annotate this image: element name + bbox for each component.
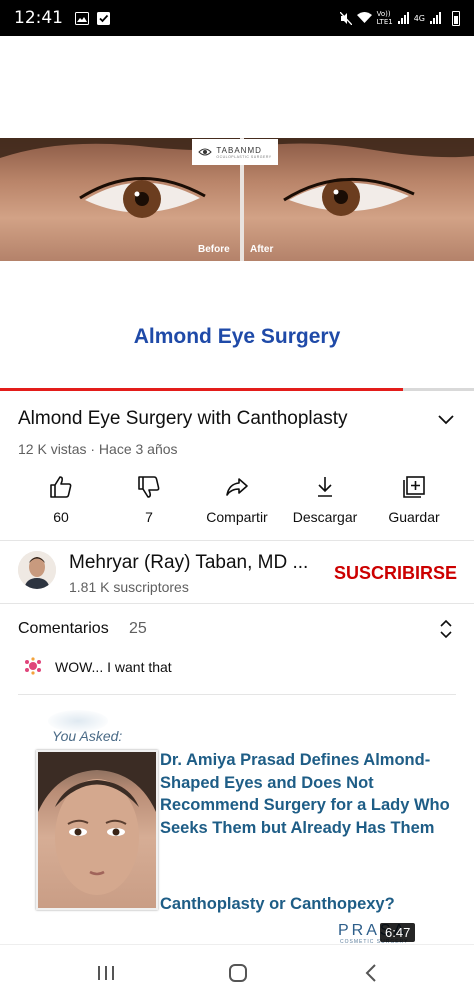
save-label: Guardar (388, 509, 440, 525)
back-icon[interactable] (360, 961, 384, 985)
system-nav-bar (0, 944, 474, 1000)
after-eye-image (244, 138, 474, 216)
signal-icon (397, 12, 409, 24)
rec-subtitle: Canthoplasty or Canthopexy? (160, 895, 395, 913)
video-meta: 12 K vistas · Hace 3 años (18, 441, 178, 457)
comments-count: 25 (129, 620, 147, 637)
recent-apps-icon[interactable] (94, 961, 118, 985)
share-icon (226, 478, 248, 496)
video-overlay-title: Almond Eye Surgery (133, 325, 341, 348)
recommended-video-thumbnail[interactable]: You Asked: Dr. Amiya Prasad Defines Almo… (18, 705, 456, 945)
duration-badge: 6:47 (380, 923, 416, 942)
before-label: Before (198, 244, 230, 255)
rec-face-photo (36, 750, 158, 910)
like-count: 60 (53, 509, 69, 525)
expand-collapse-icon[interactable] (437, 619, 455, 639)
commenter-avatar-icon (25, 657, 41, 675)
divider (18, 694, 456, 695)
dislike-count: 7 (145, 509, 153, 525)
status-time: 12:41 (14, 8, 63, 28)
top-comment-text: WOW... I want that (55, 659, 172, 675)
share-button[interactable]: Compartir (187, 474, 287, 525)
video-brand-logo: TABANMD OCULOPLASTIC SURGERY (192, 139, 278, 165)
image-icon (75, 11, 89, 25)
signal-icon-2 (430, 12, 441, 24)
download-icon (318, 477, 332, 497)
video-player[interactable]: TABANMD OCULOPLASTIC SURGERY Before Afte… (0, 36, 474, 390)
battery-icon (452, 10, 460, 26)
brand-name: TABANMD (216, 145, 262, 155)
chevron-down-icon[interactable] (436, 410, 456, 430)
net-label: 4G (413, 13, 425, 23)
after-label: After (250, 244, 274, 255)
download-button[interactable]: Descargar (275, 474, 375, 525)
progress-fill (0, 388, 403, 391)
dislike-button[interactable]: 7 (99, 474, 199, 525)
channel-name[interactable]: Mehryar (Ray) Taban, MD ... (69, 552, 308, 574)
save-button[interactable]: Guardar (364, 474, 464, 525)
like-button[interactable]: 60 (11, 474, 111, 525)
action-bar: 60 7 Compartir Descargar Guardar (0, 474, 474, 530)
thumbs-down-icon (138, 476, 160, 498)
divider (0, 540, 474, 541)
home-icon[interactable] (226, 961, 250, 985)
status-bar: 12:41 Vo)) LTE1 4G (0, 0, 474, 36)
subscribe-button[interactable]: SUSCRIBIRSE (334, 563, 457, 584)
check-box-icon (97, 11, 110, 25)
rec-headline: Dr. Amiya Prasad Defines Almond-Shaped E… (160, 751, 450, 837)
progress-bar[interactable] (0, 388, 474, 391)
volte-label: Vo)) LTE1 (376, 10, 393, 26)
eye-logo-icon (198, 148, 213, 156)
save-playlist-icon (403, 476, 425, 498)
subscriber-count: 1.81 K suscriptores (69, 579, 189, 595)
share-label: Compartir (206, 509, 268, 525)
video-title[interactable]: Almond Eye Surgery with Canthoplasty (18, 408, 348, 430)
download-label: Descargar (292, 509, 358, 525)
divider (0, 603, 474, 604)
wifi-icon (356, 12, 372, 23)
rec-asked-label: You Asked: (52, 728, 123, 744)
avatar-image (18, 551, 56, 589)
comments-label: Comentarios (18, 620, 109, 637)
mute-icon (339, 11, 352, 25)
channel-avatar[interactable] (18, 551, 56, 589)
brand-subtitle: OCULOPLASTIC SURGERY (216, 154, 272, 159)
thumbs-up-icon (50, 476, 72, 498)
